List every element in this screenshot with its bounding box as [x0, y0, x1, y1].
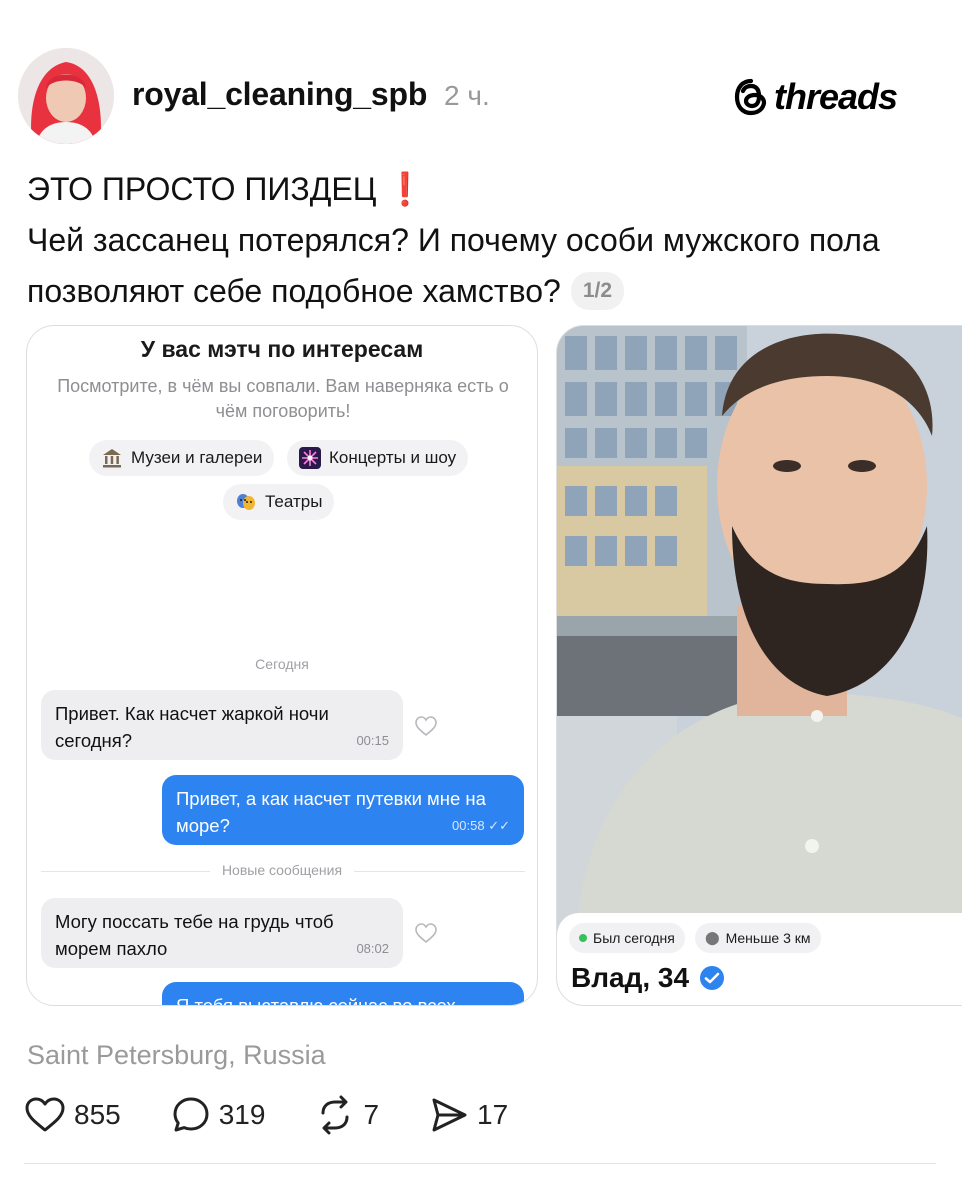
threads-icon [734, 78, 767, 116]
author-avatar[interactable] [18, 48, 114, 144]
post-line-2: Чей зассанец потерялся? И почему особи м… [27, 222, 880, 310]
post-body: ЭТО ПРОСТО ПИЗДЕЦ ❗ Чей зассанец потерял… [27, 164, 947, 317]
message-time: 00:15 [356, 733, 389, 748]
profile-info-panel: Был сегодня ⬤ Меньше 3 км Влад, 34 [557, 913, 962, 1005]
shares-count: 17 [477, 1099, 509, 1130]
image-page-indicator: 1/2 [570, 271, 625, 310]
like-button[interactable]: 855 [24, 1096, 121, 1134]
post-line-1: ЭТО ПРОСТО ПИЗДЕЦ ❗ [27, 171, 426, 207]
exclamation-emoji: ❗ [385, 171, 426, 207]
last-seen-badge: Был сегодня [569, 923, 685, 953]
match-subtitle: Посмотрите, в чём вы совпали. Вам наверн… [57, 376, 509, 421]
repost-icon [321, 1095, 349, 1135]
distance-badge: ⬤ Меньше 3 км [695, 923, 821, 953]
likes-count: 855 [74, 1099, 121, 1130]
send-icon [432, 1098, 467, 1132]
interest-chip-theaters: Театры [223, 484, 335, 520]
like-message-icon[interactable] [414, 715, 438, 737]
chat-screenshot-image[interactable]: У вас мэтч по интересам Посмотрите, в чё… [26, 325, 538, 1006]
online-dot-icon [579, 934, 587, 942]
profile-photo [557, 326, 962, 926]
profile-name-age: Влад, 34 [571, 962, 725, 994]
match-title: У вас мэтч по интересам [140, 336, 424, 362]
share-button[interactable]: 17 [429, 1095, 508, 1135]
threads-logo: threads [734, 74, 898, 120]
reply-button[interactable]: 319 [171, 1095, 266, 1135]
message-outgoing[interactable]: Привет, а как насчет путевки мне на море… [162, 775, 524, 845]
post-actions-bar: 855 319 7 17 [24, 1093, 558, 1137]
post-divider [24, 1163, 936, 1164]
message-incoming[interactable]: Могу поссать тебе на грудь чтоб морем па… [41, 898, 403, 968]
new-messages-label: Новые сообщения [27, 862, 537, 878]
threads-wordmark: threads [774, 76, 898, 117]
heart-icon [25, 1097, 65, 1132]
repost-button[interactable]: 7 [315, 1095, 379, 1135]
message-incoming[interactable]: Привет. Как насчет жаркой ночи сегодня? … [41, 690, 403, 760]
message-outgoing[interactable]: Я тебя выставлю сейчас во всех [162, 982, 524, 1005]
profile-screenshot-image[interactable]: Был сегодня ⬤ Меньше 3 км Влад, 34 [556, 325, 962, 1006]
read-checkmarks-icon: ✓✓ [488, 818, 510, 833]
like-message-icon[interactable] [414, 922, 438, 944]
location-pin-icon: ⬤ [705, 930, 720, 945]
replies-count: 319 [218, 1099, 266, 1130]
theater-masks-icon [235, 491, 257, 513]
interest-chip-concerts: Концерты и шоу [287, 440, 469, 476]
author-username[interactable]: royal_cleaning_spb [132, 76, 427, 113]
message-time: 00:58 ✓✓ [452, 818, 510, 833]
museum-icon [101, 447, 123, 469]
comment-bubble-icon [173, 1097, 209, 1132]
interest-chip-museums: Музеи и галереи [89, 440, 275, 476]
verified-badge-icon [700, 966, 725, 990]
fireworks-icon [299, 447, 321, 469]
post-time: 2 ч. [444, 80, 490, 111]
post-location[interactable]: Saint Petersburg, Russia [27, 1040, 326, 1071]
message-time: 08:02 [356, 941, 389, 956]
reposts-count: 7 [363, 1099, 380, 1130]
day-label: Сегодня [255, 656, 309, 672]
